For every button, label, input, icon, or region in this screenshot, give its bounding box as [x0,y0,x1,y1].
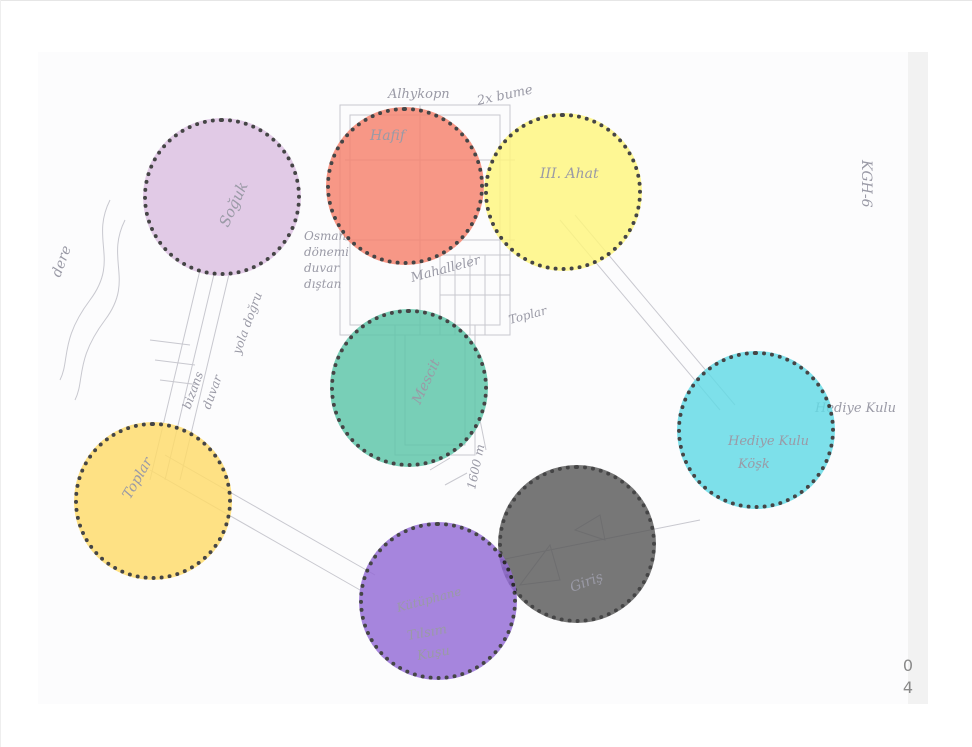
label-osman-3: duvar [304,261,340,275]
label-yoluna: yola doğru [229,290,265,357]
page-number-line-1: 0 [902,656,914,675]
circle-cyan[interactable] [677,351,835,509]
circle-yellow[interactable] [484,113,642,271]
label-osman-4: dıştan [304,277,341,291]
circle-purple-light[interactable] [143,118,301,276]
circle-gold[interactable] [74,422,232,580]
page-number-line-2: 4 [902,678,914,697]
label-wavy-left: dere [49,244,75,280]
circle-teal[interactable] [330,309,488,467]
label-toplar-small: Toplar [507,303,549,327]
label-osman-2: dönemi [304,245,349,259]
label-far-right: KGH-6 [858,159,874,208]
label-top-center: Alhykopn [387,87,450,102]
circle-violet[interactable] [359,522,517,680]
circle-gray[interactable] [498,465,656,623]
page-number: 0 4 [898,655,918,699]
label-distance: 1600 m [464,443,487,491]
circle-salmon[interactable] [326,107,484,265]
